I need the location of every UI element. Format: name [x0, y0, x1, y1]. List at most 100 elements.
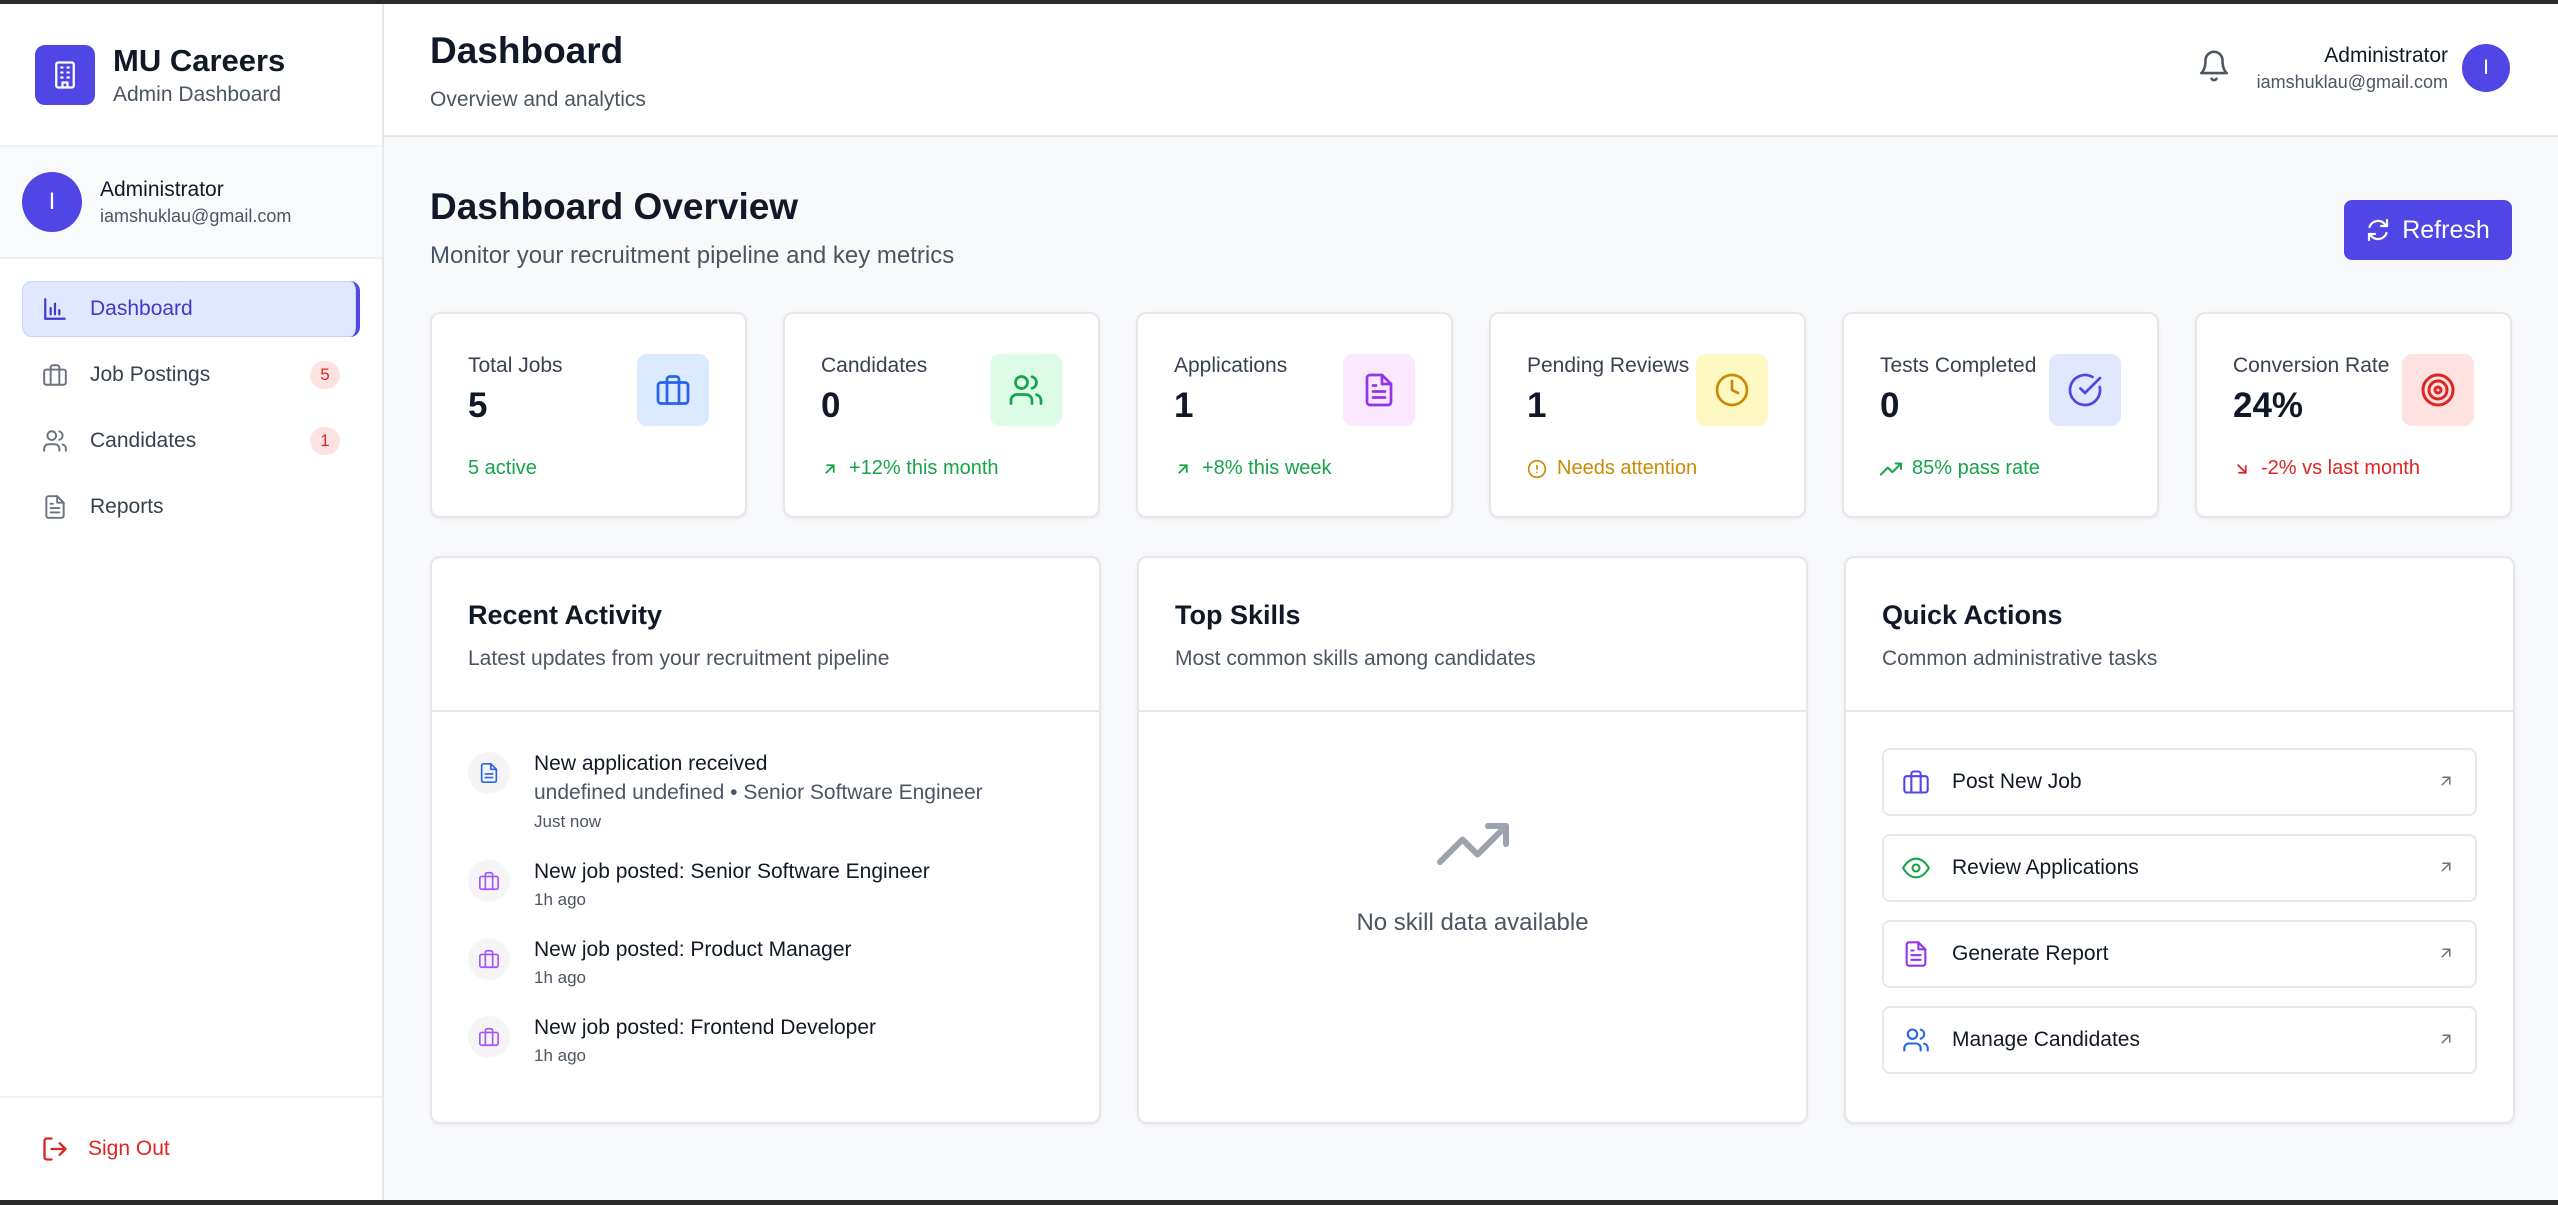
sign-out-button[interactable]: Sign Out [0, 1096, 382, 1200]
avatar: I [22, 172, 82, 232]
sidebar: MU Careers Admin Dashboard I Administrat… [0, 4, 384, 1200]
stats-row: Total Jobs 5 5 active Candidates 0 +12% … [430, 312, 2512, 518]
count-badge: 1 [310, 427, 340, 455]
activity-title: New job posted: Senior Software Engineer [534, 860, 930, 883]
sidebar-item-dashboard[interactable]: Dashboard [22, 281, 360, 337]
generate-report-button[interactable]: Generate Report [1882, 920, 2477, 988]
brand-subtitle: Admin Dashboard [113, 82, 282, 106]
activity-title: New job posted: Product Manager [534, 938, 852, 961]
stat-footnote-text: -2% vs last month [2261, 457, 2420, 479]
list-item: New job posted: Product Manager 1h ago [468, 936, 1063, 988]
briefcase-icon [468, 860, 510, 902]
file-text-icon [468, 752, 510, 794]
list-item: New job posted: Frontend Developer 1h ag… [468, 1014, 1063, 1066]
app-window: MU Careers Admin Dashboard I Administrat… [0, 4, 2558, 1200]
stat-footnote: +8% this week [1174, 457, 1332, 480]
briefcase-icon [468, 1016, 510, 1058]
stat-card-candidates: Candidates 0 +12% this month [783, 312, 1100, 518]
activity-list: New application received undefined undef… [432, 712, 1099, 1066]
stat-value: 0 [1880, 386, 1900, 425]
refresh-icon [2368, 218, 2389, 242]
activity-time: Just now [534, 812, 602, 831]
sidebar-item-reports[interactable]: Reports [22, 479, 360, 535]
activity-detail: undefined undefined • Senior Software En… [534, 781, 983, 804]
panel-title: Top Skills [1175, 600, 1301, 630]
panel-subtitle: Latest updates from your recruitment pip… [468, 647, 890, 670]
manage-candidates-button[interactable]: Manage Candidates [1882, 1006, 2477, 1074]
arrow-up-right-icon [825, 463, 835, 474]
panel-subtitle: Most common skills among candidates [1175, 647, 1536, 670]
refresh-label: Refresh [2402, 215, 2490, 244]
stat-value: 1 [1527, 386, 1547, 425]
brand: MU Careers Admin Dashboard [0, 4, 382, 147]
avatar[interactable]: I [2462, 44, 2510, 92]
stat-value: 0 [821, 386, 841, 425]
header-user-name: Administrator [2324, 44, 2448, 67]
panels-row: Recent Activity Latest updates from your… [430, 556, 2515, 1124]
stat-footnote: +12% this month [821, 457, 999, 480]
arrow-up-right-icon [2441, 1034, 2451, 1044]
stat-footnote-text: +12% this month [849, 457, 999, 479]
activity-time: 1h ago [534, 1046, 586, 1065]
bell-icon[interactable] [2192, 44, 2236, 88]
bar-chart-icon [40, 294, 70, 324]
stat-label: Candidates [821, 354, 928, 377]
stat-value: 24% [2233, 386, 2304, 425]
sidebar-user-email: iamshuklau@gmail.com [100, 205, 292, 226]
stat-label: Conversion Rate [2233, 354, 2390, 377]
sidebar-user: I Administrator iamshuklau@gmail.com [0, 147, 382, 259]
list-item: New application received undefined undef… [468, 750, 1063, 832]
trending-up-icon [1436, 823, 1509, 865]
sidebar-item-label: Reports [90, 495, 164, 518]
refresh-button[interactable]: Refresh [2344, 200, 2512, 260]
arrow-up-right-icon [1178, 463, 1188, 474]
panel-subtitle: Common administrative tasks [1882, 647, 2158, 670]
top-skills-panel: Top Skills Most common skills among cand… [1137, 556, 1808, 1124]
quick-actions-list: Post New Job Review Applications Generat… [1846, 712, 2513, 1074]
activity-title: New job posted: Frontend Developer [534, 1016, 877, 1039]
target-icon [2402, 354, 2474, 426]
activity-time: 1h ago [534, 968, 586, 987]
panel-title: Recent Activity [468, 600, 663, 630]
arrow-up-right-icon [2441, 776, 2451, 786]
sidebar-nav: Dashboard Job Postings 5 Candidates 1 Re… [0, 259, 382, 535]
stat-footnote: -2% vs last month [2233, 457, 2420, 480]
stat-footnote: 85% pass rate [1880, 457, 2040, 480]
users-icon [990, 354, 1062, 426]
alert-circle-icon [1527, 459, 1547, 478]
clock-icon [1696, 354, 1768, 426]
post-new-job-button[interactable]: Post New Job [1882, 748, 2477, 816]
sidebar-item-job-postings[interactable]: Job Postings 5 [22, 347, 360, 403]
check-circle-icon [2049, 354, 2121, 426]
file-icon [40, 492, 70, 522]
review-applications-button[interactable]: Review Applications [1882, 834, 2477, 902]
arrow-up-right-icon [2441, 948, 2451, 958]
quick-actions-panel: Quick Actions Common administrative task… [1844, 556, 2515, 1124]
action-label: Generate Report [1952, 942, 2109, 965]
activity-time: 1h ago [534, 890, 586, 909]
stat-footnote: Needs attention [1527, 457, 1697, 480]
action-label: Review Applications [1952, 856, 2139, 879]
sign-out-label: Sign Out [88, 1137, 170, 1160]
stat-footnote-text: +8% this week [1202, 457, 1332, 479]
main-content: Dashboard Overview and analytics Adminis… [384, 4, 2558, 1200]
briefcase-icon [1900, 766, 1932, 798]
panel-title: Quick Actions [1882, 600, 2063, 630]
activity-title: New application received [534, 752, 768, 775]
stat-label: Tests Completed [1880, 354, 2037, 377]
log-out-icon [40, 1134, 70, 1164]
overview-title: Dashboard Overview [430, 186, 799, 227]
users-icon [1900, 1024, 1932, 1056]
stat-card-pending-reviews: Pending Reviews 1 Needs attention [1489, 312, 1806, 518]
sidebar-item-candidates[interactable]: Candidates 1 [22, 413, 360, 469]
list-item: New job posted: Senior Software Engineer… [468, 858, 1063, 910]
page-subtitle: Overview and analytics [430, 88, 646, 111]
empty-state-text: No skill data available [1356, 909, 1589, 936]
page-title: Dashboard [430, 30, 624, 71]
stat-value: 5 [468, 386, 488, 425]
sidebar-item-label: Job Postings [90, 363, 211, 386]
empty-state: No skill data available [1139, 808, 1806, 937]
stat-label: Pending Reviews [1527, 354, 1690, 377]
arrow-down-right-icon [2237, 463, 2247, 474]
sidebar-user-name: Administrator [100, 177, 224, 201]
